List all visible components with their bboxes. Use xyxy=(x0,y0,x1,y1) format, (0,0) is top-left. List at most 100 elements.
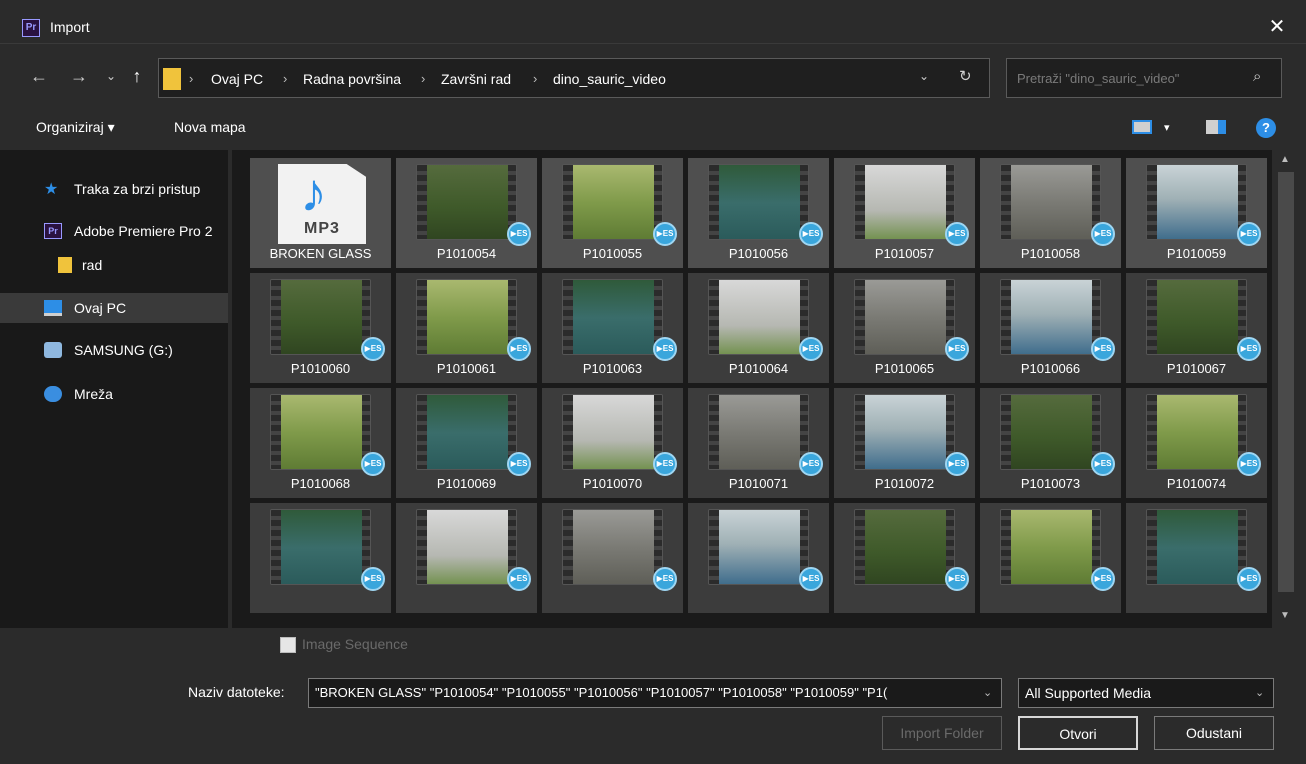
breadcrumb-zavrsni-rad[interactable]: Završni rad xyxy=(441,71,511,87)
scrollbar[interactable]: ▲ ▼ xyxy=(1274,150,1298,628)
chevron-down-icon[interactable]: ⌄ xyxy=(1255,686,1264,699)
folder-icon xyxy=(163,68,181,90)
file-tile-video[interactable]: ▶ES P1010059 xyxy=(1126,158,1267,268)
file-name-label: P1010063 xyxy=(582,361,643,376)
file-tile-video[interactable]: ▶ES P1010065 xyxy=(834,273,975,383)
media-encoder-badge-icon: ▶ES xyxy=(361,452,385,476)
file-type-select[interactable]: All Supported Media ⌄ xyxy=(1018,678,1274,708)
forward-button[interactable]: → xyxy=(68,64,90,88)
file-tile-video[interactable]: ▶ES P1010070 xyxy=(542,388,683,498)
breadcrumb-ovaj-pc[interactable]: Ovaj PC xyxy=(211,71,263,87)
chevron-down-icon[interactable]: ⌄ xyxy=(919,69,929,83)
file-tile-video[interactable]: ▶ES P1010061 xyxy=(396,273,537,383)
file-tile-video[interactable]: ▶ES xyxy=(1126,503,1267,613)
sidebar-item-premiere[interactable]: Pr Adobe Premiere Pro 2 xyxy=(0,216,228,246)
filename-value[interactable]: "BROKEN GLASS" "P1010054" "P1010055" "P1… xyxy=(315,685,971,700)
video-thumbnail xyxy=(416,394,517,470)
file-tile-video[interactable]: ▶ES P1010067 xyxy=(1126,273,1267,383)
video-frame xyxy=(1011,280,1092,354)
scroll-up-icon[interactable]: ▲ xyxy=(1280,154,1290,165)
video-thumbnail xyxy=(708,279,809,355)
film-strip xyxy=(1001,395,1011,469)
refresh-icon[interactable]: ↻ xyxy=(959,67,972,85)
video-thumbnail xyxy=(854,164,955,240)
file-tile-video[interactable]: ▶ES P1010073 xyxy=(980,388,1121,498)
file-tile-video[interactable]: ▶ES P1010074 xyxy=(1126,388,1267,498)
scroll-down-icon[interactable]: ▼ xyxy=(1280,610,1290,621)
file-tile-video[interactable]: ▶ES P1010056 xyxy=(688,158,829,268)
sidebar-item-label: Adobe Premiere Pro 2 xyxy=(74,223,213,239)
view-dropdown-icon[interactable]: ▾ xyxy=(1164,121,1170,134)
file-tile-video[interactable]: ▶ES P1010055 xyxy=(542,158,683,268)
back-button[interactable]: ← xyxy=(28,64,50,88)
breadcrumb-current-folder[interactable]: dino_sauric_video xyxy=(553,71,666,87)
file-tile-video[interactable]: ▶ES xyxy=(250,503,391,613)
file-name-label: P1010055 xyxy=(582,246,643,261)
sidebar-item-network[interactable]: Mreža xyxy=(0,379,228,409)
file-name-label: P1010056 xyxy=(728,246,789,261)
file-tile-video[interactable]: ▶ES xyxy=(834,503,975,613)
file-tile-video[interactable]: ▶ES P1010071 xyxy=(688,388,829,498)
film-strip xyxy=(1001,510,1011,584)
import-folder-button[interactable]: Import Folder xyxy=(882,716,1002,750)
file-tile-video[interactable]: ▶ES P1010058 xyxy=(980,158,1121,268)
filename-field[interactable]: "BROKEN GLASS" "P1010054" "P1010055" "P1… xyxy=(308,678,1002,708)
organize-menu[interactable]: Organiziraj ▾ xyxy=(36,119,115,136)
file-tile-mp3[interactable]: ♪ MP3 BROKEN GLASS xyxy=(250,158,391,268)
media-encoder-badge-icon: ▶ES xyxy=(653,337,677,361)
video-thumbnail xyxy=(270,394,371,470)
breadcrumb-radna-povrsina[interactable]: Radna površina xyxy=(303,71,401,87)
file-tile-video[interactable]: ▶ES xyxy=(396,503,537,613)
file-tile-video[interactable]: ▶ES P1010069 xyxy=(396,388,537,498)
sidebar-item-rad[interactable]: rad xyxy=(0,250,228,280)
sidebar-item-quick-access[interactable]: ★ Traka za brzi pristup xyxy=(0,174,228,204)
search-input[interactable]: Pretraži "dino_sauric_video" xyxy=(1017,71,1179,86)
premiere-icon: Pr xyxy=(22,19,40,37)
sidebar-item-ovaj-pc[interactable]: Ovaj PC xyxy=(0,293,228,323)
sidebar-item-samsung[interactable]: SAMSUNG (G:) xyxy=(0,335,228,365)
file-tile-video[interactable]: ▶ES P1010064 xyxy=(688,273,829,383)
video-frame xyxy=(573,395,654,469)
chevron-down-icon[interactable]: ⌄ xyxy=(983,686,992,699)
film-strip xyxy=(855,165,865,239)
video-thumbnail xyxy=(562,279,663,355)
file-tile-video[interactable]: ▶ES P1010072 xyxy=(834,388,975,498)
file-tile-video[interactable]: ▶ES xyxy=(688,503,829,613)
file-tile-video[interactable]: ▶ES xyxy=(542,503,683,613)
film-strip xyxy=(563,510,573,584)
file-tile-video[interactable]: ▶ES P1010060 xyxy=(250,273,391,383)
video-thumbnail xyxy=(1000,394,1101,470)
new-folder-button[interactable]: Nova mapa xyxy=(174,119,246,135)
view-options-icon[interactable] xyxy=(1132,120,1152,134)
media-encoder-badge-icon: ▶ES xyxy=(507,222,531,246)
preview-pane-icon[interactable] xyxy=(1206,120,1226,134)
media-encoder-badge-icon: ▶ES xyxy=(799,222,823,246)
cancel-button[interactable]: Odustani xyxy=(1154,716,1274,750)
scroll-thumb[interactable] xyxy=(1278,172,1294,592)
media-encoder-badge-icon: ▶ES xyxy=(945,222,969,246)
address-bar[interactable]: › Ovaj PC › Radna površina › Završni rad… xyxy=(158,58,990,98)
video-thumbnail xyxy=(1146,164,1247,240)
recent-locations-button[interactable]: ⌄ xyxy=(100,64,122,88)
file-tile-video[interactable]: ▶ES P1010066 xyxy=(980,273,1121,383)
file-tile-video[interactable]: ▶ES P1010054 xyxy=(396,158,537,268)
close-button[interactable]: ✕ xyxy=(1262,14,1292,40)
film-strip xyxy=(855,280,865,354)
search-box[interactable]: Pretraži "dino_sauric_video" ⌕ xyxy=(1006,58,1282,98)
file-name-label: BROKEN GLASS xyxy=(269,246,372,261)
open-button[interactable]: Otvori xyxy=(1018,716,1138,750)
file-tile-video[interactable]: ▶ES xyxy=(980,503,1121,613)
navigation-pane: ★ Traka za brzi pristup Pr Adobe Premier… xyxy=(0,150,228,628)
file-tile-video[interactable]: ▶ES P1010063 xyxy=(542,273,683,383)
video-frame xyxy=(281,510,362,584)
file-tile-video[interactable]: ▶ES P1010068 xyxy=(250,388,391,498)
video-thumbnail xyxy=(708,394,809,470)
video-frame xyxy=(1011,165,1092,239)
up-button[interactable]: ↑ xyxy=(126,64,148,88)
video-frame xyxy=(1011,510,1092,584)
file-grid[interactable]: ♪ MP3 BROKEN GLASS ▶ES P1010054 ▶ES P1010055 ▶E… xyxy=(232,150,1272,628)
film-strip xyxy=(709,395,719,469)
film-strip xyxy=(563,280,573,354)
help-icon[interactable]: ? xyxy=(1256,118,1276,138)
file-tile-video[interactable]: ▶ES P1010057 xyxy=(834,158,975,268)
